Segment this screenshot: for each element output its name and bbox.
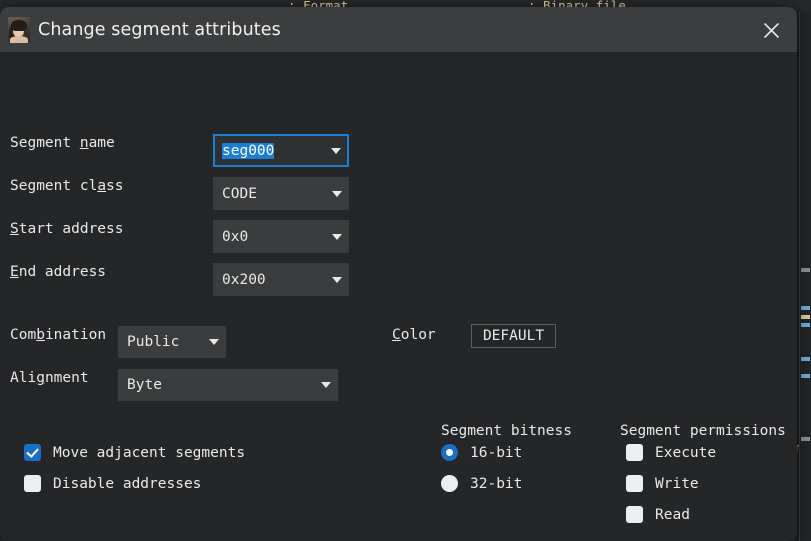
- alignment-combobox[interactable]: Byte: [118, 369, 338, 401]
- navigator-band[interactable]: [799, 12, 811, 541]
- segment-name-combobox[interactable]: seg000: [213, 134, 349, 167]
- navigator-mark: [801, 315, 810, 319]
- color-default-button[interactable]: DEFAULT: [471, 324, 556, 348]
- end-address-combobox[interactable]: 0x200: [213, 263, 349, 296]
- dialog-title-bar[interactable]: Change segment attributes: [0, 7, 797, 52]
- alignment-value: Byte: [127, 377, 162, 393]
- segment-permissions-group-title: Segment permissions: [620, 423, 786, 439]
- navigator-mark: [801, 374, 810, 378]
- navigator-mark: [801, 306, 810, 310]
- combination-combobox[interactable]: Public: [118, 326, 226, 358]
- start-address-value: 0x0: [222, 228, 249, 245]
- alignment-label: Alignment: [10, 370, 89, 386]
- close-icon[interactable]: [757, 16, 785, 44]
- chevron-down-icon[interactable]: [326, 190, 348, 197]
- chevron-down-icon[interactable]: [325, 147, 347, 154]
- radio-box: [441, 444, 458, 461]
- checkbox-box: [626, 444, 643, 461]
- color-label: Color: [392, 327, 436, 343]
- navigator-mark: [801, 323, 810, 327]
- move-adjacent-segments-checkbox[interactable]: Move adjacent segments: [24, 444, 245, 461]
- permission-execute-label: Execute: [655, 444, 717, 461]
- disable-addresses-checkbox[interactable]: Disable addresses: [24, 475, 201, 492]
- segment-name-value: seg000: [222, 142, 275, 159]
- checkbox-box: [626, 506, 643, 523]
- chevron-down-icon[interactable]: [326, 233, 348, 240]
- start-address-label: Start address: [10, 221, 124, 237]
- combination-label: Combination: [10, 327, 107, 343]
- permission-write-checkbox[interactable]: Write: [626, 475, 699, 492]
- permission-write-label: Write: [655, 475, 699, 492]
- permission-execute-checkbox[interactable]: Execute: [626, 444, 716, 461]
- end-address-value: 0x200: [222, 271, 266, 288]
- permission-read-label: Read: [655, 506, 690, 523]
- bitness-radio-16bit[interactable]: 16-bit: [441, 444, 522, 461]
- checkbox-box: [24, 475, 41, 492]
- chevron-down-icon[interactable]: [203, 339, 225, 345]
- end-address-label: End address: [10, 264, 107, 280]
- segment-class-combobox[interactable]: CODE: [213, 177, 349, 210]
- start-address-combobox[interactable]: 0x0: [213, 220, 349, 253]
- radio-box: [441, 475, 458, 492]
- checkbox-box: [24, 444, 41, 461]
- combination-value: Public: [127, 334, 180, 350]
- navigator-mark: [801, 437, 810, 441]
- ida-portrait-icon: [8, 16, 30, 43]
- bitness-radio-16bit-label: 16-bit: [470, 444, 523, 461]
- dialog-body: Segment name seg000 Segment class CODE S…: [0, 52, 797, 541]
- navigator-mark: [801, 268, 810, 272]
- disable-addresses-label: Disable addresses: [53, 475, 202, 492]
- segment-bitness-group-title: Segment bitness: [441, 423, 572, 439]
- move-adjacent-segments-label: Move adjacent segments: [53, 444, 246, 461]
- segment-class-label: Segment class: [10, 178, 124, 194]
- color-default-button-label: DEFAULT: [482, 328, 545, 344]
- chevron-down-icon[interactable]: [326, 276, 348, 283]
- dialog-title: Change segment attributes: [38, 19, 281, 40]
- chevron-down-icon[interactable]: [315, 382, 337, 388]
- change-segment-attributes-dialog: Change segment attributes Segment name s…: [0, 7, 797, 541]
- checkbox-box: [626, 475, 643, 492]
- bitness-radio-32bit-label: 32-bit: [470, 475, 523, 492]
- bitness-radio-32bit[interactable]: 32-bit: [441, 475, 522, 492]
- segment-class-value: CODE: [222, 185, 257, 202]
- segment-name-label: Segment name: [10, 135, 115, 151]
- navigator-mark: [801, 357, 810, 361]
- permission-read-checkbox[interactable]: Read: [626, 506, 690, 523]
